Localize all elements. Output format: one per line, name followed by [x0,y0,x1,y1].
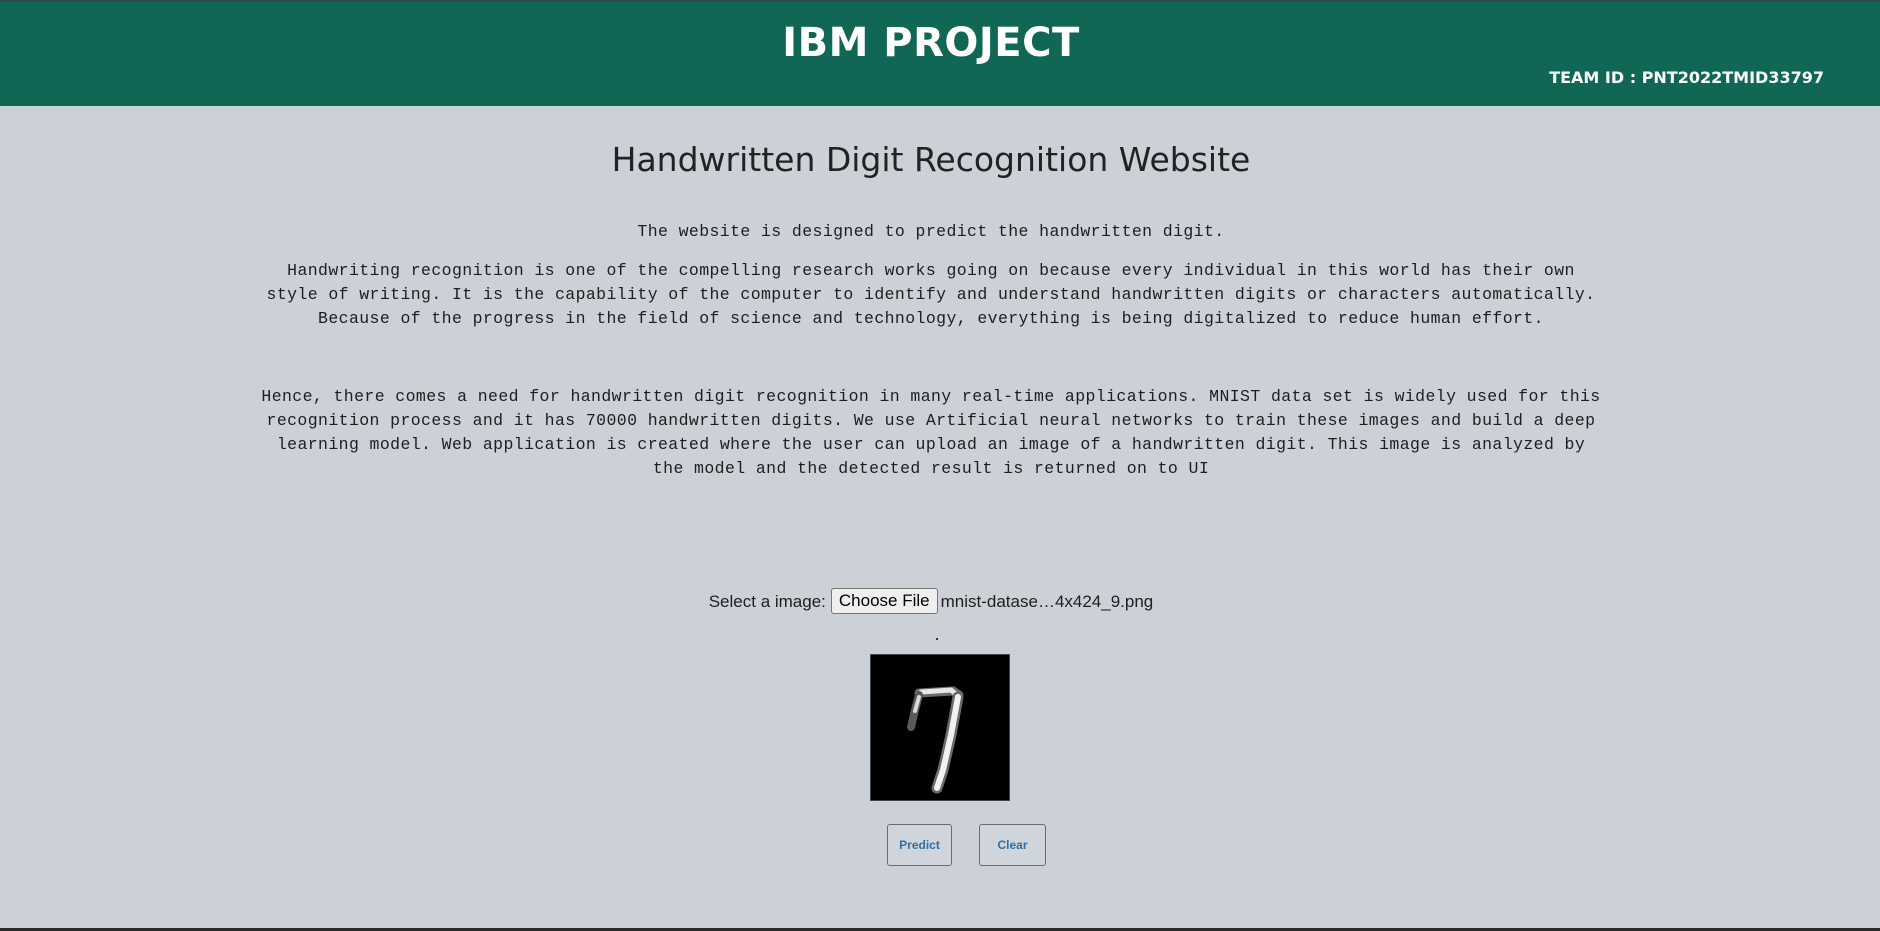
team-id: TEAM ID : PNT2022TMID33797 [1549,68,1824,87]
preview-caption-dot [936,638,938,640]
site-title: IBM PROJECT [782,20,1080,66]
uploaded-image-preview [870,654,1010,801]
description-paragraph-1: Handwriting recognition is one of the co… [266,261,1596,328]
image-upload-form: Select a image: Choose File mnist-datase…4… [0,588,1862,614]
predict-button[interactable]: Predict [887,824,952,866]
description-paragraph-2: Hence, there comes a need for handwritte… [261,387,1601,478]
selected-filename: mnist-datase…4x424_9.png [940,591,1154,611]
handwritten-digit-image [871,655,1009,800]
page-title: Handwritten Digit Recognition Website [611,140,1251,179]
upload-label: Select a image: [708,591,826,611]
intro-text: The website is designed to predict the h… [637,222,1225,241]
site-header: IBM PROJECT TEAM ID : PNT2022TMID33797 [0,2,1880,106]
clear-button[interactable]: Clear [979,824,1046,866]
choose-file-button[interactable]: Choose File [830,588,938,614]
page: IBM PROJECT TEAM ID : PNT2022TMID33797 H… [0,0,1880,931]
